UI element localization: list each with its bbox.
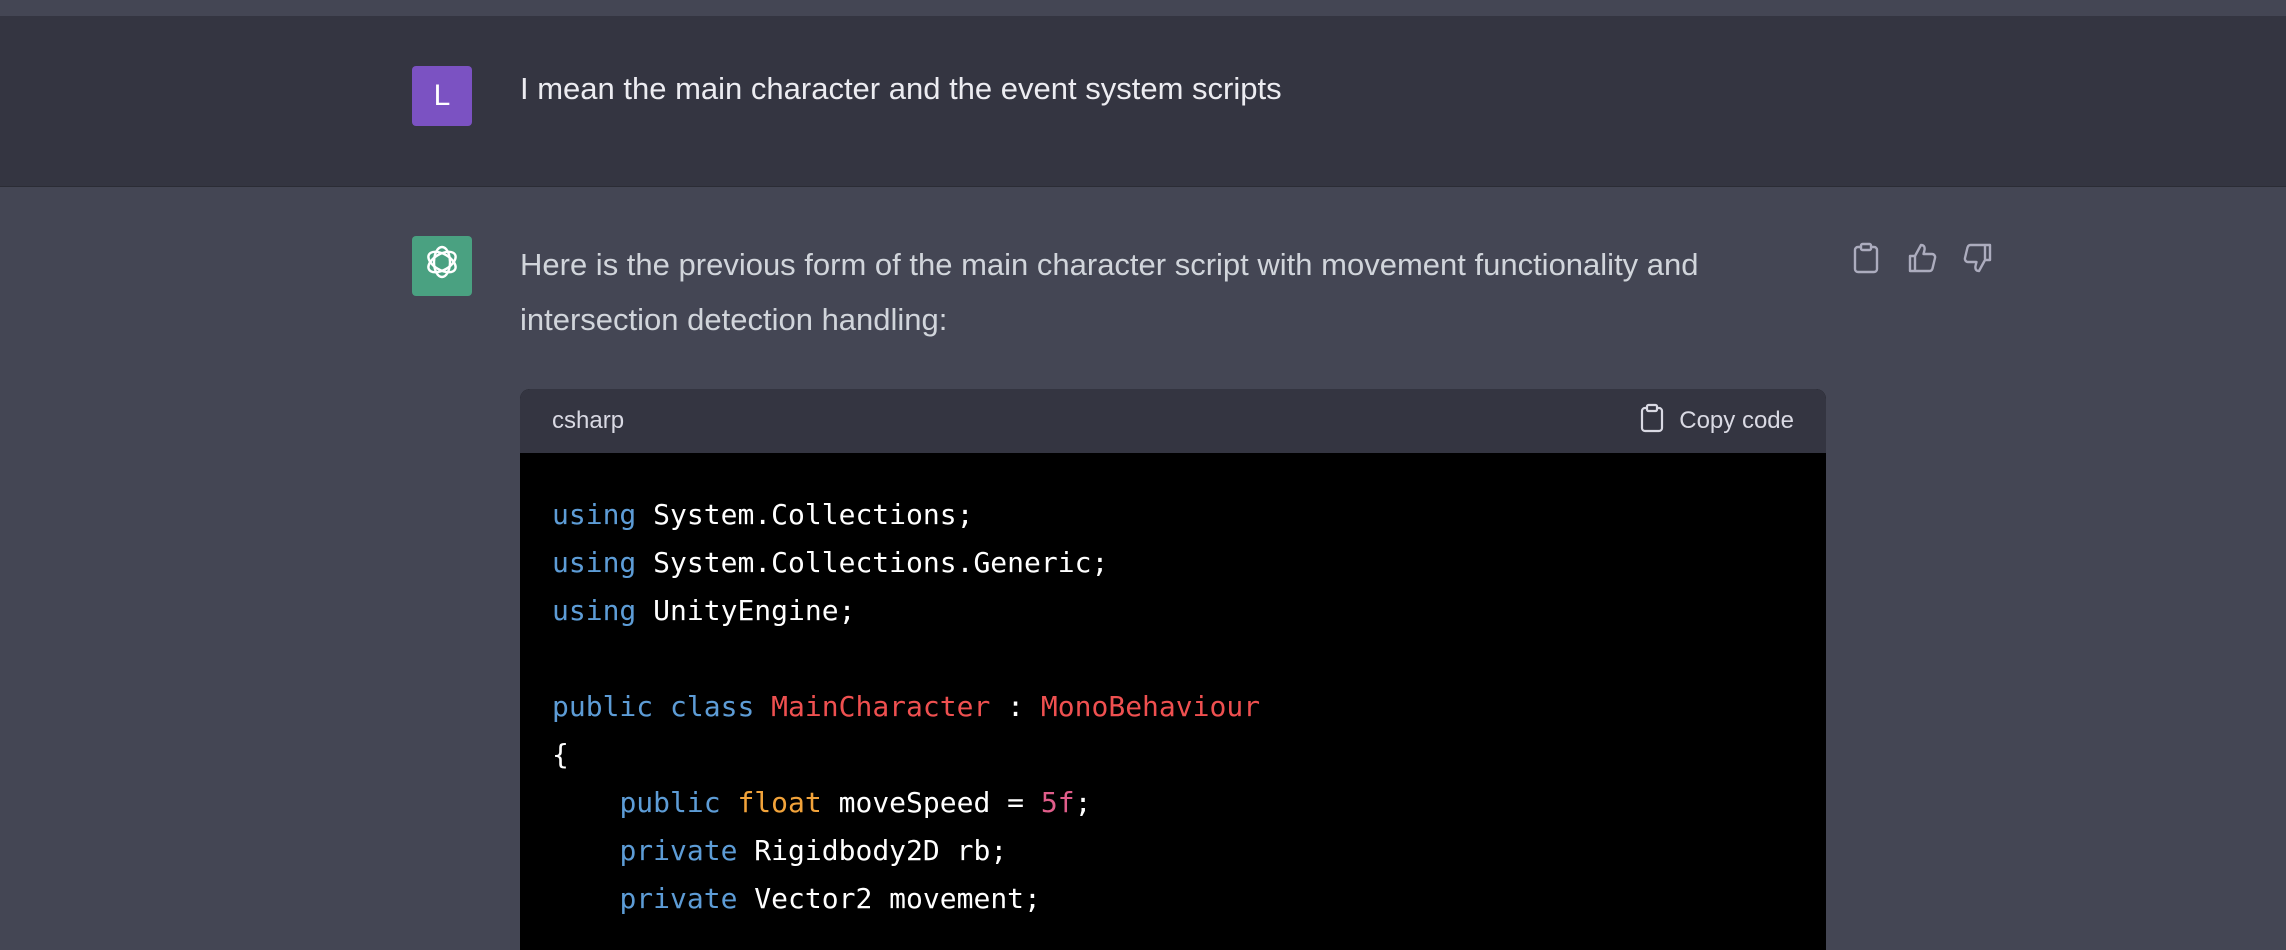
clipboard-icon bbox=[1639, 403, 1665, 440]
chat-page: L I mean the main character and the even… bbox=[0, 0, 2286, 950]
code-line: private Vector2 movement; bbox=[552, 875, 1794, 923]
code-token: moveSpeed = bbox=[821, 786, 1041, 819]
code-token: Vector2 movement; bbox=[737, 882, 1041, 915]
code-token: System.Collections; bbox=[636, 498, 974, 531]
code-token: System.Collections.Generic; bbox=[636, 546, 1109, 579]
code-line: using System.Collections; bbox=[552, 491, 1794, 539]
code-token: float bbox=[737, 786, 822, 819]
code-token: UnityEngine; bbox=[636, 594, 856, 627]
code-token: class bbox=[670, 690, 755, 723]
code-token: ; bbox=[1074, 786, 1092, 819]
user-avatar: L bbox=[412, 66, 472, 126]
thumbs-up-icon bbox=[1906, 242, 1938, 279]
assistant-avatar bbox=[412, 236, 472, 296]
message-actions bbox=[1848, 242, 1996, 278]
code-language-label: csharp bbox=[552, 407, 625, 434]
thumbs-up-button[interactable] bbox=[1904, 242, 1940, 278]
code-token: using bbox=[552, 498, 637, 531]
code-token: using bbox=[552, 594, 637, 627]
code-token: using bbox=[552, 546, 637, 579]
code-token: MonoBehaviour bbox=[1040, 690, 1261, 723]
user-message-row: L I mean the main character and the even… bbox=[0, 16, 2286, 187]
copy-code-label: Copy code bbox=[1679, 407, 1794, 434]
code-block: csharp Copy code using System.Collection… bbox=[520, 389, 1826, 950]
copy-message-button[interactable] bbox=[1848, 242, 1884, 278]
code-token: : bbox=[990, 690, 1041, 723]
code-token: 5f bbox=[1040, 786, 1075, 819]
assistant-message-row: Here is the previous form of the main ch… bbox=[0, 187, 2286, 950]
code-block-header: csharp Copy code bbox=[520, 389, 1826, 453]
code-line: public class MainCharacter : MonoBehavio… bbox=[552, 683, 1794, 731]
code-token: private bbox=[619, 834, 738, 867]
code-token: public bbox=[552, 690, 654, 723]
clipboard-icon bbox=[1852, 242, 1880, 279]
user-message-text: I mean the main character and the event … bbox=[520, 71, 1282, 106]
code-content[interactable]: using System.Collections; using System.Co… bbox=[520, 453, 1826, 950]
code-token: private bbox=[619, 882, 738, 915]
user-avatar-letter: L bbox=[433, 79, 451, 112]
code-token: public bbox=[619, 786, 721, 819]
code-line: { bbox=[552, 731, 1794, 779]
top-strip bbox=[0, 0, 2286, 16]
copy-code-button[interactable]: Copy code bbox=[1639, 403, 1794, 440]
openai-logo-icon bbox=[420, 240, 464, 292]
code-line: private Rigidbody2D rb; bbox=[552, 827, 1794, 875]
code-token: Rigidbody2D rb; bbox=[737, 834, 1008, 867]
code-line: public float moveSpeed = 5f; bbox=[552, 779, 1794, 827]
code-token: MainCharacter bbox=[771, 690, 991, 723]
assistant-message-text: Here is the previous form of the main ch… bbox=[520, 247, 1699, 337]
code-token: { bbox=[552, 738, 569, 771]
thumbs-down-icon bbox=[1962, 242, 1994, 279]
code-line: using UnityEngine; bbox=[552, 587, 1794, 635]
thumbs-down-button[interactable] bbox=[1960, 242, 1996, 278]
code-line: using System.Collections.Generic; bbox=[552, 539, 1794, 587]
